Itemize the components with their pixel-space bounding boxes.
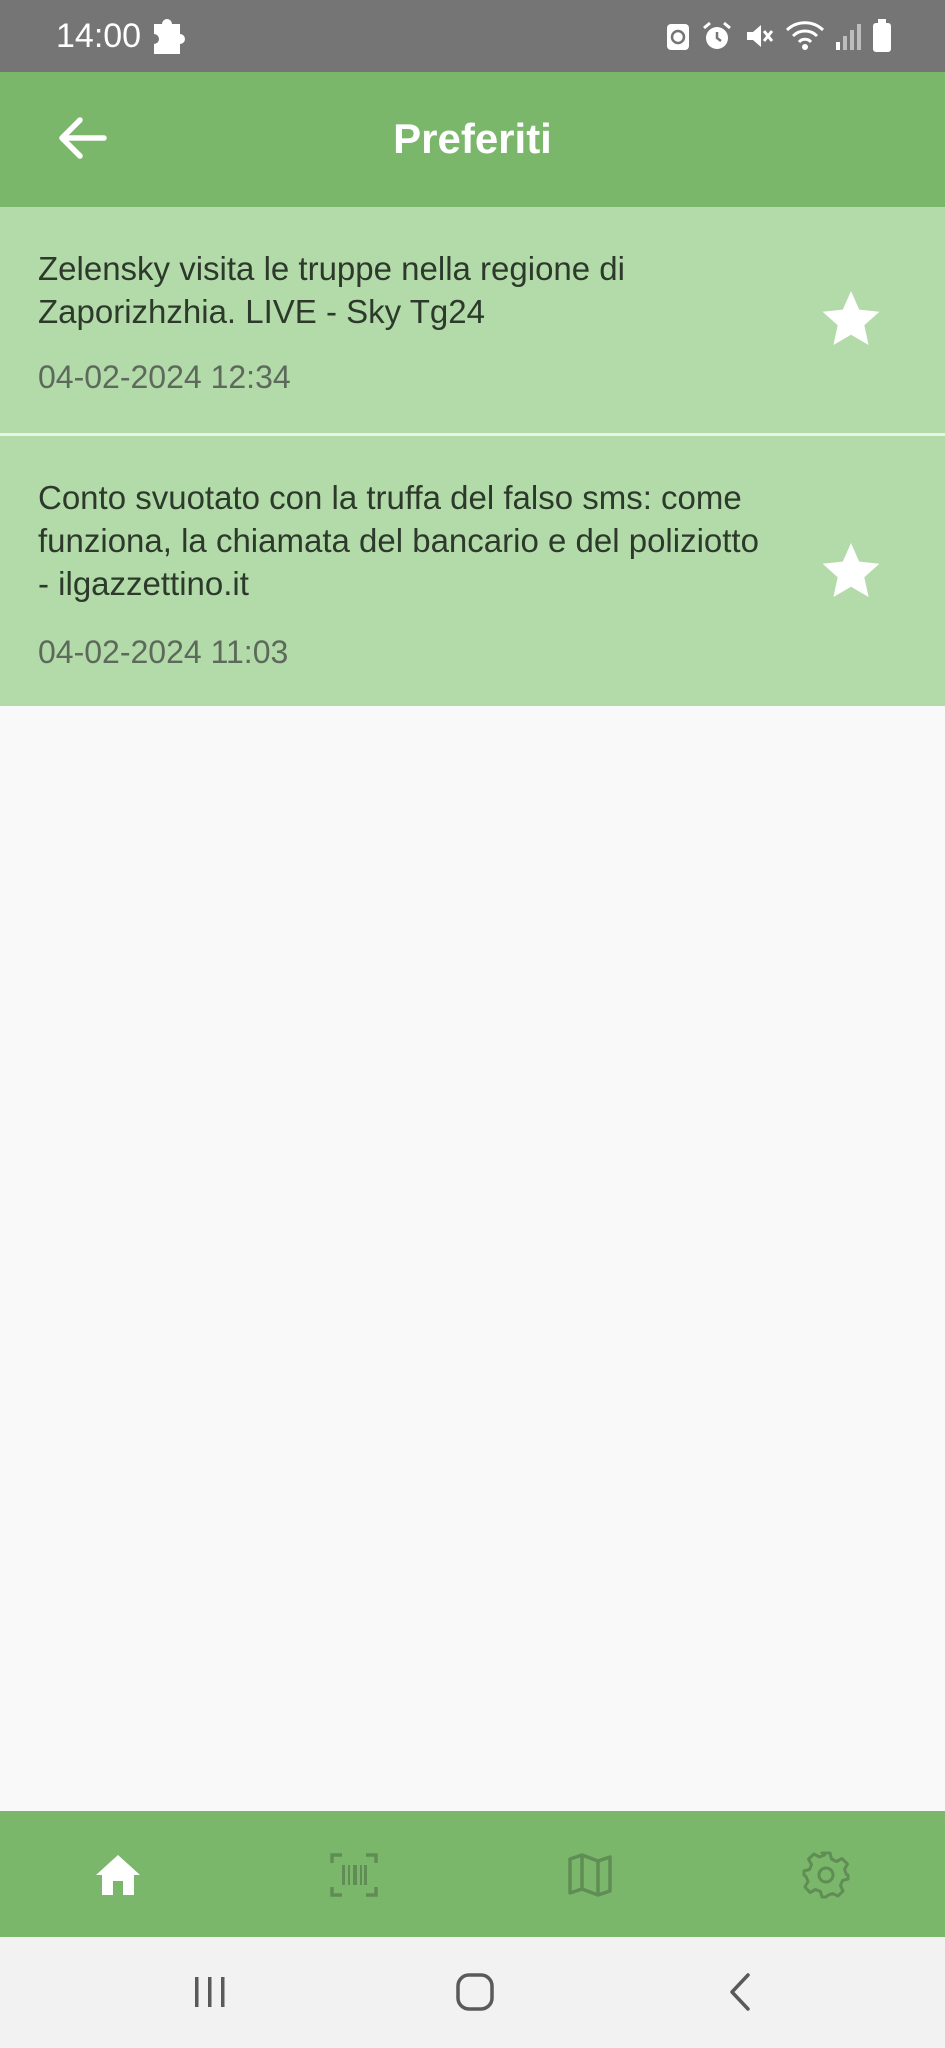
star-icon xyxy=(819,543,883,607)
home-icon xyxy=(92,1855,144,1905)
bottom-nav xyxy=(0,1811,945,1937)
signal-icon xyxy=(835,20,861,52)
nav-map-button[interactable] xyxy=(564,1849,616,1901)
settings-icon xyxy=(800,1851,852,1905)
recents-icon xyxy=(181,1977,241,2021)
status-icons xyxy=(665,18,893,54)
alarm-icon xyxy=(701,20,733,52)
recycle-icon xyxy=(665,20,691,52)
article-title: Zelensky visita le truppe nella regione … xyxy=(38,250,625,330)
article-title: Conto svuotato con la truffa del falso s… xyxy=(38,479,759,602)
page-title: Preferiti xyxy=(393,115,552,162)
article-date: 04-02-2024 12:34 xyxy=(38,359,291,395)
system-home-button[interactable] xyxy=(445,1967,505,2017)
nav-settings-button[interactable] xyxy=(800,1849,852,1901)
puzzle-icon xyxy=(150,16,186,56)
system-back-button[interactable] xyxy=(712,1967,772,2017)
favorite-star-button[interactable] xyxy=(819,539,883,603)
favorites-list: Zelensky visita le truppe nella regione … xyxy=(0,207,945,706)
map-icon xyxy=(564,1853,616,1905)
wifi-icon xyxy=(785,20,825,52)
list-item[interactable]: Conto svuotato con la truffa del falso s… xyxy=(0,436,945,706)
status-time: 14:00 xyxy=(56,17,142,55)
app-bar: Preferiti xyxy=(0,72,945,207)
recents-button[interactable] xyxy=(181,1967,241,2017)
status-bar: 14:00 xyxy=(0,0,945,72)
nav-scan-button[interactable] xyxy=(328,1849,380,1901)
article-date: 04-02-2024 11:03 xyxy=(38,634,289,670)
star-icon xyxy=(819,291,883,355)
battery-icon xyxy=(871,19,893,53)
back-chevron-icon xyxy=(712,1973,772,2021)
system-nav-bar xyxy=(0,1937,945,2048)
list-item[interactable]: Zelensky visita le truppe nella regione … xyxy=(0,207,945,433)
mute-icon xyxy=(743,20,775,52)
barcode-icon xyxy=(328,1853,380,1905)
nav-home-button[interactable] xyxy=(92,1849,144,1901)
home-circle-icon xyxy=(445,1973,505,2021)
favorite-star-button[interactable] xyxy=(819,287,883,351)
